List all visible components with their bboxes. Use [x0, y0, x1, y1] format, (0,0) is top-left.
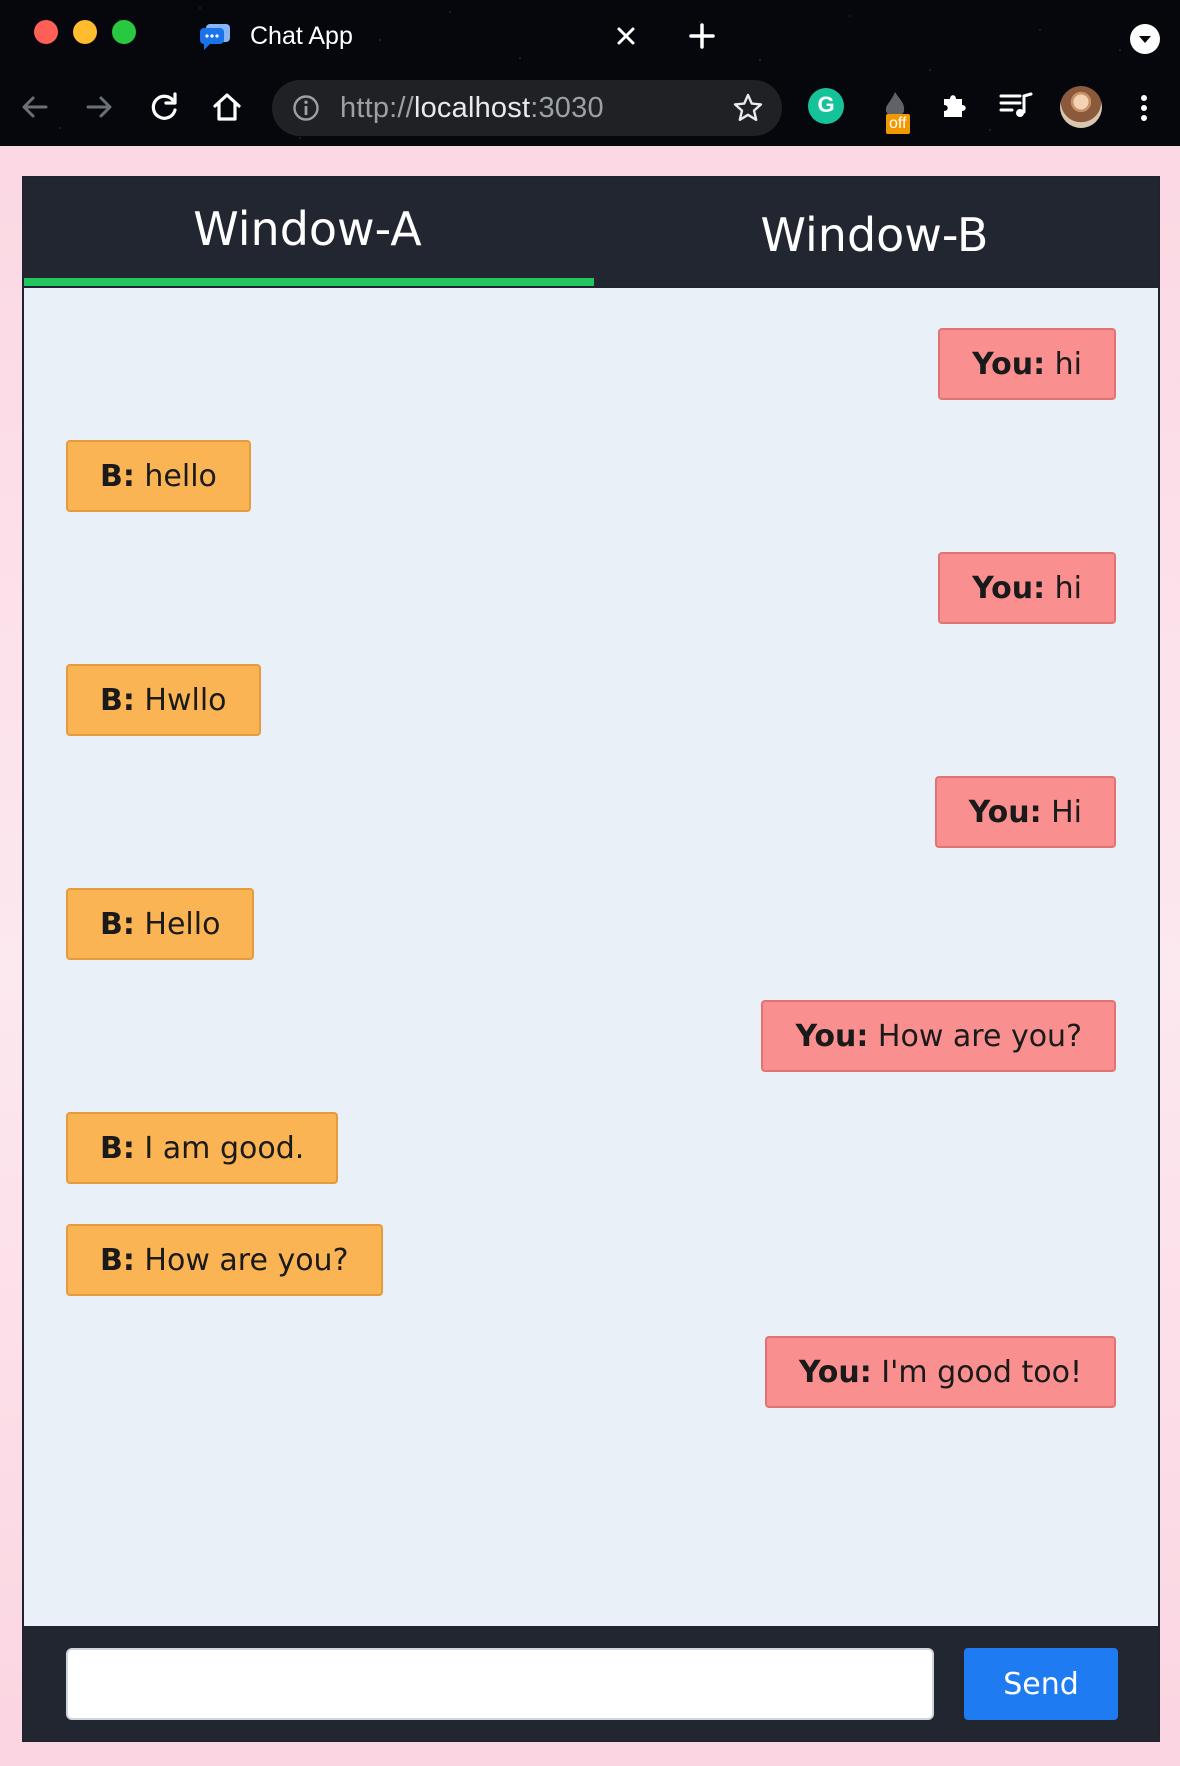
- send-button[interactable]: Send: [964, 1648, 1118, 1720]
- close-window-button[interactable]: [34, 20, 58, 44]
- message-text: I'm good too!: [871, 1355, 1082, 1390]
- message-text: Hi: [1041, 795, 1082, 830]
- message-text: Hello: [134, 907, 221, 942]
- extension-badge: off: [886, 114, 910, 134]
- media-queue-icon[interactable]: [998, 88, 1034, 122]
- url-host: localhost: [413, 92, 531, 124]
- reload-icon[interactable]: [148, 90, 182, 124]
- tab-window-a[interactable]: Window-A: [24, 178, 594, 286]
- chevron-down-icon[interactable]: [1130, 24, 1160, 54]
- active-tab-indicator: [24, 278, 594, 286]
- message-sender: B:: [100, 683, 135, 718]
- message-sender: B:: [100, 459, 135, 494]
- back-arrow-icon[interactable]: [18, 90, 52, 124]
- chat-app: Window-A Window-B You: hi B: hello You: …: [22, 176, 1160, 1742]
- chat-app-favicon-icon: [200, 24, 230, 50]
- url-port: :3030: [530, 92, 604, 124]
- kebab-menu-icon[interactable]: [1132, 90, 1156, 126]
- message-bubble-you: You: hi: [938, 552, 1116, 624]
- profile-avatar[interactable]: [1060, 86, 1102, 128]
- puzzle-icon[interactable]: [938, 88, 972, 122]
- message-sender: B:: [100, 1131, 135, 1166]
- message-text: How are you?: [134, 1243, 349, 1278]
- new-tab-icon[interactable]: [686, 20, 718, 52]
- minimize-window-button[interactable]: [73, 20, 97, 44]
- message-text: I am good.: [134, 1131, 305, 1166]
- address-bar[interactable]: http://localhost:3030: [272, 80, 782, 136]
- browser-chrome: Chat App http://localhost:3030 G off: [0, 0, 1180, 146]
- message-list: You: hi B: hello You: hi B: Hwllo You: H…: [24, 288, 1158, 1648]
- message-bubble-b: B: Hwllo: [66, 664, 261, 736]
- tab-window-a-label: Window-A: [193, 202, 422, 256]
- close-tab-icon[interactable]: [612, 22, 640, 50]
- message-bubble-you: You: I'm good too!: [764, 1336, 1116, 1408]
- grammarly-icon[interactable]: G: [808, 88, 844, 124]
- message-sender: You:: [968, 795, 1042, 830]
- message-sender: You:: [972, 347, 1046, 382]
- tab-window-b-label: Window-B: [760, 208, 989, 262]
- message-sender: B:: [100, 1243, 135, 1278]
- message-sender: B:: [100, 907, 135, 942]
- message-sender: You:: [798, 1355, 872, 1390]
- url-text[interactable]: http://localhost:3030: [340, 92, 604, 125]
- message-bubble-you: You: Hi: [934, 776, 1116, 848]
- message-text: How are you?: [868, 1019, 1082, 1054]
- message-text: Hwllo: [134, 683, 227, 718]
- message-bubble-b: B: How are you?: [66, 1224, 383, 1296]
- home-icon[interactable]: [210, 90, 244, 124]
- message-input[interactable]: [66, 1648, 934, 1720]
- message-composer: Send: [24, 1626, 1158, 1740]
- message-text: hi: [1045, 347, 1082, 382]
- message-bubble-b: B: hello: [66, 440, 251, 512]
- maximize-window-button[interactable]: [112, 20, 136, 44]
- message-text: hi: [1045, 571, 1082, 606]
- tab-window-b[interactable]: Window-B: [591, 178, 1158, 286]
- forward-arrow-icon[interactable]: [82, 90, 116, 124]
- window-tabs: Window-A Window-B: [24, 178, 1158, 286]
- message-bubble-you: You: hi: [938, 328, 1116, 400]
- browser-tab-title[interactable]: Chat App: [250, 22, 353, 51]
- message-sender: You:: [972, 571, 1046, 606]
- info-icon[interactable]: [292, 94, 320, 122]
- message-bubble-b: B: Hello: [66, 888, 255, 960]
- fire-extension-icon[interactable]: off: [876, 88, 920, 134]
- url-scheme: http://: [340, 92, 414, 124]
- message-bubble-b: B: I am good.: [66, 1112, 339, 1184]
- message-text: hello: [134, 459, 217, 494]
- message-sender: You:: [795, 1019, 869, 1054]
- star-icon[interactable]: [732, 92, 764, 124]
- message-bubble-you: You: How are you?: [761, 1000, 1116, 1072]
